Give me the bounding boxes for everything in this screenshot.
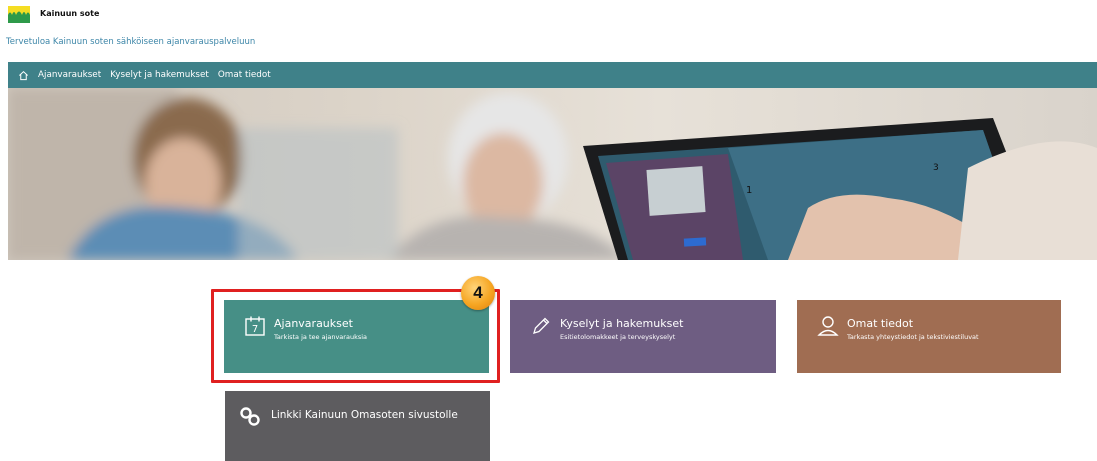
svg-text:3: 3 <box>933 163 939 173</box>
tile-subtitle: Esitietolomakkeet ja terveyskyselyt <box>560 333 676 341</box>
brand-name: Kainuun sote <box>40 9 100 18</box>
pencil-icon <box>530 315 552 337</box>
hero-banner-image: 1 3 <box>8 88 1097 260</box>
kainuun-sote-logo[interactable] <box>8 6 30 23</box>
nav-item-kyselyt[interactable]: Kyselyt ja hakemukset <box>110 70 209 80</box>
tile-title: Linkki Kainuun Omasoten sivustolle <box>271 409 458 421</box>
main-navbar: Ajanvaraukset Kyselyt ja hakemukset Omat… <box>8 62 1097 88</box>
link-icon <box>239 405 261 427</box>
user-icon <box>817 315 839 337</box>
svg-text:1: 1 <box>746 185 752 196</box>
nav-item-omat-tiedot[interactable]: Omat tiedot <box>218 70 271 80</box>
tile-omat-tiedot[interactable]: Omat tiedot Tarkasta yhteystiedot ja tek… <box>797 300 1061 373</box>
tile-kyselyt-ja-hakemukset[interactable]: Kyselyt ja hakemukset Esitietolomakkeet … <box>510 300 776 373</box>
annotation-highlight-box <box>211 289 500 383</box>
tile-subtitle: Tarkasta yhteystiedot ja tekstiviestiluv… <box>847 333 979 341</box>
header: Kainuun sote Tervetuloa Kainuun soten sä… <box>0 0 1097 60</box>
welcome-text: Tervetuloa Kainuun soten sähköiseen ajan… <box>6 37 256 47</box>
annotation-step-badge: 4 <box>461 276 495 310</box>
tile-title: Omat tiedot <box>847 317 914 330</box>
nav-item-ajanvaraukset[interactable]: Ajanvaraukset <box>38 70 101 80</box>
tile-linkki-omasote[interactable]: Linkki Kainuun Omasoten sivustolle <box>225 391 490 461</box>
home-icon[interactable] <box>16 68 30 82</box>
tile-title: Kyselyt ja hakemukset <box>560 317 684 330</box>
